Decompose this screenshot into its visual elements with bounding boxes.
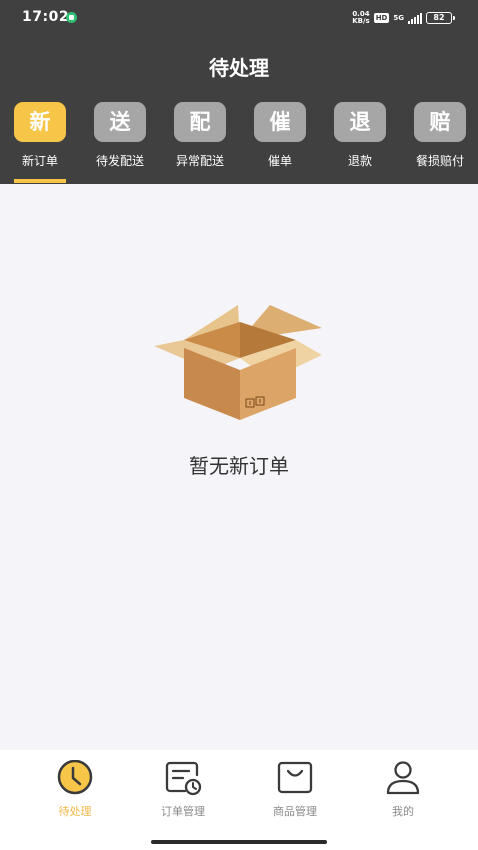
person-icon (383, 760, 423, 798)
order-tabs: 新 新订单 送 待发配送 配 异常配送 催 催单 退 退款 赔 餐损赔付 (0, 100, 478, 184)
tab-abnormal-delivery-icon: 配 (174, 102, 226, 142)
tab-damage-compensation[interactable]: 赔 餐损赔付 (400, 100, 478, 184)
status-time: 17:02 (22, 9, 70, 25)
battery-icon: 82 (426, 12, 455, 24)
nav-item-pending[interactable]: 待处理 (20, 759, 130, 818)
empty-state-message: 暂无新订单 (189, 454, 289, 478)
nav-item-product-management[interactable]: 商品管理 (240, 760, 350, 818)
tab-reminders-icon: 催 (254, 102, 306, 142)
tab-new-orders-icon: 新 (14, 102, 66, 142)
nav-item-my-profile[interactable]: 我的 (348, 760, 458, 818)
nav-label: 订单管理 (161, 805, 205, 818)
tab-reminders[interactable]: 催 催单 (240, 100, 320, 184)
tab-label: 催单 (267, 154, 292, 168)
tab-label: 餐损赔付 (415, 154, 464, 168)
home-indicator[interactable] (151, 840, 327, 844)
signal-icon (408, 12, 422, 24)
empty-box-icon (152, 300, 328, 426)
hd-badge: HD (373, 13, 390, 23)
tab-label: 待发配送 (95, 154, 144, 168)
tab-refunds[interactable]: 退 退款 (320, 100, 400, 184)
nav-label: 待处理 (58, 805, 92, 818)
nav-label: 商品管理 (273, 805, 317, 818)
tab-label: 异常配送 (175, 154, 224, 168)
tab-pending-delivery[interactable]: 送 待发配送 (80, 100, 160, 184)
status-bar: 17:02 0.04 KB/s HD 5G 82 (0, 0, 478, 36)
network-type: 5G (393, 14, 404, 22)
network-speed: 0.04 KB/s (352, 10, 370, 25)
clock-icon (55, 759, 95, 798)
status-indicators: 0.04 KB/s HD 5G 82 (352, 9, 455, 27)
header: 17:02 0.04 KB/s HD 5G 82 待处理 新 新订单 送 待发配… (0, 0, 478, 184)
nav-label: 我的 (392, 805, 414, 818)
order-manage-icon (163, 760, 203, 798)
tab-new-orders[interactable]: 新 新订单 (0, 100, 80, 184)
tab-refunds-icon: 退 (334, 102, 386, 142)
tab-damage-compensation-icon: 赔 (414, 102, 466, 142)
bottom-nav: 待处理 订单管理 商品管理 我的 (0, 750, 478, 850)
shopping-bag-icon (275, 760, 315, 798)
tab-label: 新订单 (21, 154, 58, 168)
tab-label: 退款 (347, 154, 372, 168)
tab-pending-delivery-icon: 送 (94, 102, 146, 142)
nav-item-order-management[interactable]: 订单管理 (128, 760, 238, 818)
tab-abnormal-delivery[interactable]: 配 异常配送 (160, 100, 240, 184)
active-tab-indicator (14, 179, 66, 183)
page-title: 待处理 (209, 56, 269, 80)
shield-notification-icon (66, 12, 77, 23)
